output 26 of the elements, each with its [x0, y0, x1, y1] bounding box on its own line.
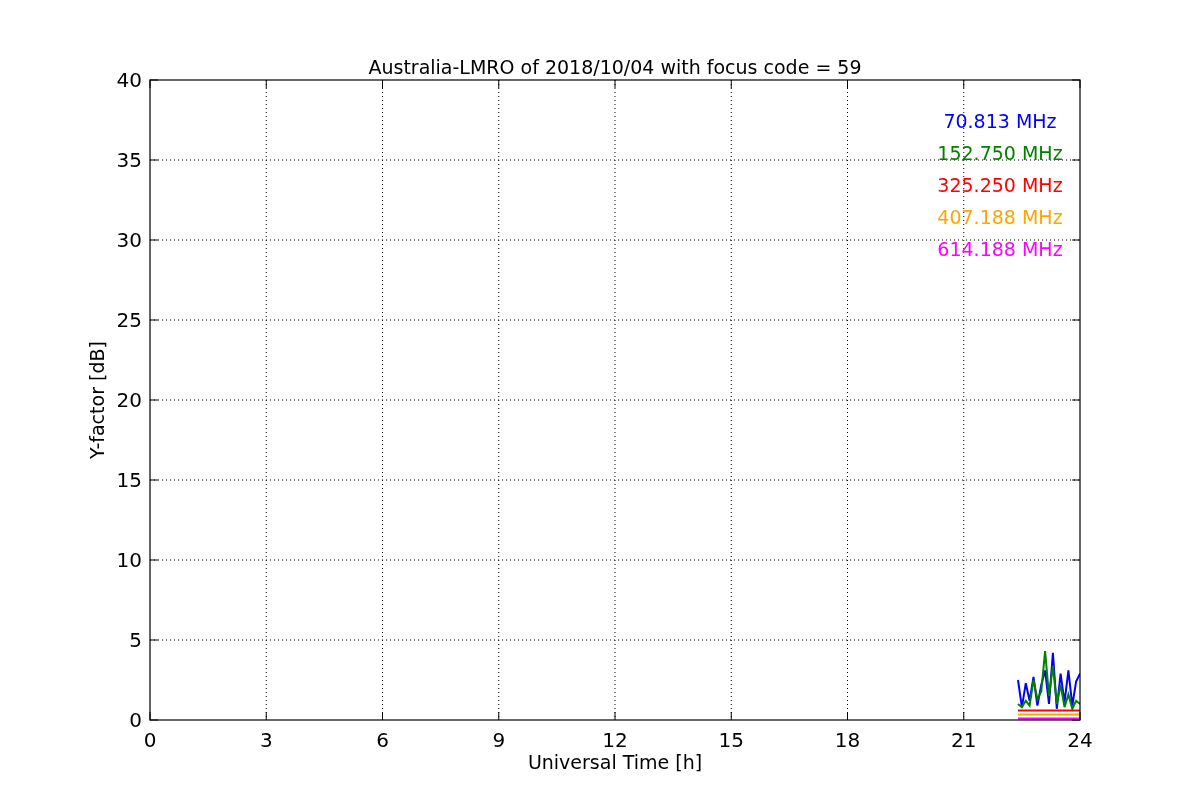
- legend-label: 152.750 MHz: [937, 142, 1063, 164]
- tick-label: 0: [143, 728, 157, 752]
- tick-label: 12: [602, 728, 628, 752]
- tick-label: 30: [116, 228, 142, 252]
- tick-label: 21: [951, 728, 977, 752]
- tick-label: 0: [129, 708, 142, 732]
- x-axis-label: Universal Time [h]: [527, 751, 703, 773]
- legend-label: 325.250 MHz: [937, 174, 1063, 196]
- tick-label: 9: [492, 728, 506, 752]
- tick-label: 35: [116, 148, 142, 172]
- tick-label: 6: [376, 728, 389, 752]
- tick-label: 10: [116, 548, 142, 572]
- tick-label: 24: [1067, 728, 1093, 752]
- legend-label: 614.188 MHz: [937, 238, 1063, 260]
- legend-label: 70.813 MHz: [943, 110, 1057, 132]
- tick-label: 18: [834, 728, 861, 752]
- y-axis-label: Y-factor [dB]: [86, 341, 108, 459]
- tick-label: 5: [129, 628, 142, 652]
- chart-title: Australia-LMRO of 2018/10/04 with focus code = 59: [368, 56, 862, 78]
- tick-label: 15: [116, 468, 142, 492]
- legend-label: 407.188 MHz: [937, 206, 1063, 228]
- tick-label: 3: [259, 728, 273, 752]
- tick-label: 20: [116, 388, 142, 412]
- tick-label: 25: [116, 308, 142, 332]
- tick-label: 40: [116, 68, 142, 92]
- tick-label: 15: [718, 728, 744, 752]
